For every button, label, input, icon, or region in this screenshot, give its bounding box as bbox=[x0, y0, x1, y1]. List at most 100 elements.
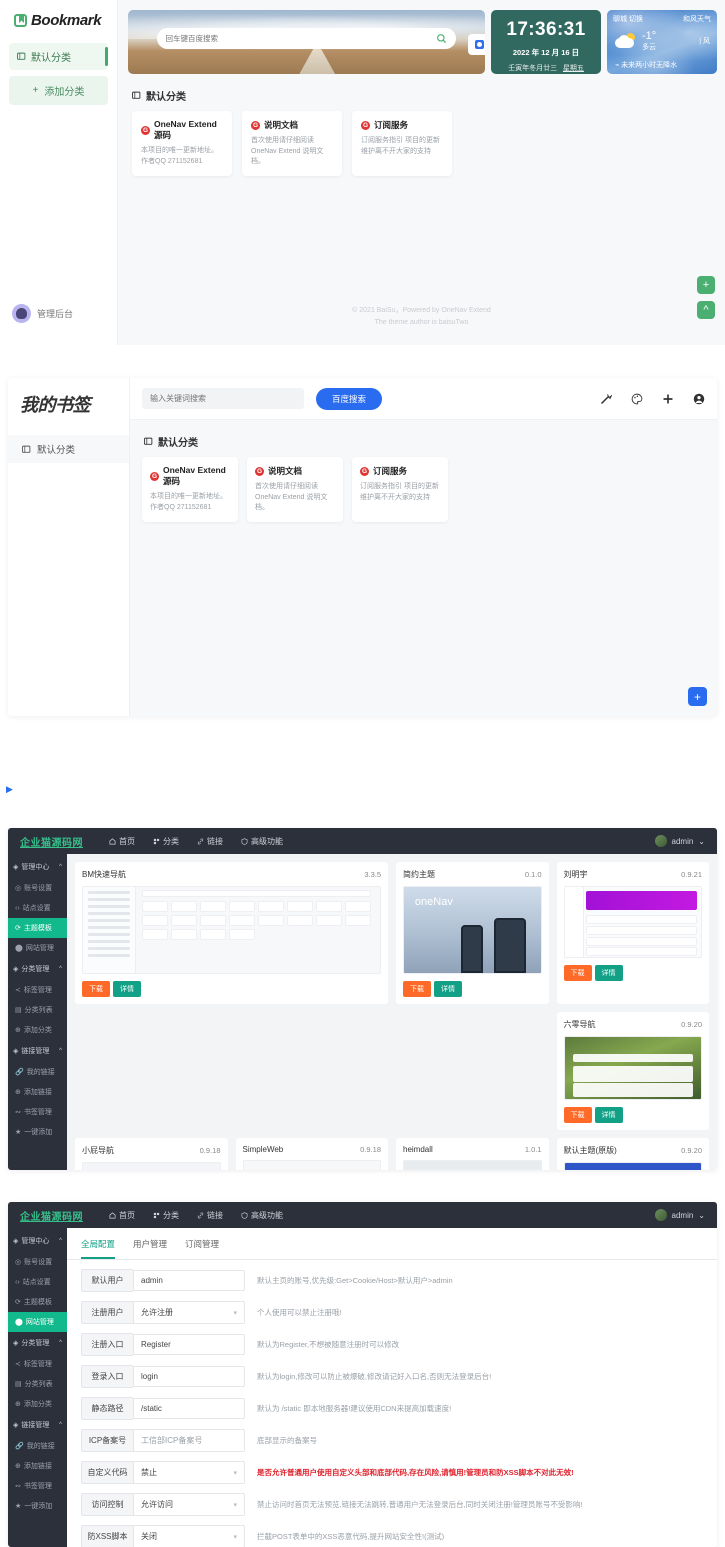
sidebar-item-tag-management[interactable]: ≺ 标签管理 bbox=[8, 980, 67, 1000]
link-card[interactable]: G 订阅服务 订阅服务指引 项目的更新维护离不开大家的支持 bbox=[352, 111, 452, 176]
theme-card[interactable]: 默认主题(原版)0.9.20 下载详情 bbox=[556, 1138, 709, 1170]
link-card[interactable]: G 说明文档 首次使用请仔细阅读 OneNav Extend 说明文档。 bbox=[242, 111, 342, 176]
sidebar-item-account-settings[interactable]: ◎ 账号设置 bbox=[8, 878, 67, 898]
chevron-down-icon: ▾ bbox=[233, 1309, 237, 1317]
link-card[interactable]: G OneNav Extend 源码 本项目的唯一更新地址。作者QQ 271152… bbox=[132, 111, 232, 176]
sidebar-item-add-link[interactable]: ⊕ 添加链接 bbox=[8, 1456, 67, 1476]
nav-item-advanced[interactable]: 高级功能 bbox=[241, 836, 283, 847]
sidebar-item-my-links[interactable]: 🔗 我的链接 bbox=[8, 1062, 67, 1082]
search-engine-button[interactable]: 百度搜索 bbox=[468, 33, 485, 55]
tab-subscription-management[interactable]: 订阅管理 bbox=[185, 1238, 219, 1259]
static-path-input[interactable]: /static bbox=[133, 1398, 245, 1419]
theme-card[interactable]: heimdall1.0.1 下载详情 bbox=[396, 1138, 549, 1170]
download-button[interactable]: 下载 bbox=[403, 981, 431, 997]
front-logo: Bookmark bbox=[0, 0, 117, 41]
search-input[interactable] bbox=[142, 388, 304, 409]
sidebar-item-account-settings[interactable]: ◎ 账号设置 bbox=[8, 1252, 67, 1272]
magic-wand-icon[interactable] bbox=[600, 393, 612, 405]
weather-temp: -1° bbox=[642, 30, 657, 42]
nav-item-link[interactable]: 链接 bbox=[197, 1210, 223, 1221]
chevron-up-icon: ^ bbox=[59, 1048, 62, 1054]
sidebar-item-website-management[interactable]: ⬤ 网站管理 bbox=[8, 1312, 67, 1332]
front-user-entry[interactable]: 管理后台 bbox=[12, 304, 73, 323]
sidebar-group-category-management[interactable]: ◈ 分类管理 ^ bbox=[8, 958, 67, 980]
access-control-select[interactable]: 允许访问 ▾ bbox=[133, 1493, 245, 1516]
add-link-fab[interactable]: + bbox=[688, 687, 707, 706]
login-entry-input[interactable]: login bbox=[133, 1366, 245, 1387]
sidebar-item-category-list[interactable]: ▤ 分类列表 bbox=[8, 1000, 67, 1020]
palette-icon[interactable] bbox=[631, 393, 643, 405]
search-bar[interactable]: 百度搜索 ▾ bbox=[156, 27, 485, 55]
download-button[interactable]: 下载 bbox=[82, 981, 110, 997]
back-to-top-fab[interactable]: ^ bbox=[697, 301, 715, 319]
custom-code-select[interactable]: 禁止 ▾ bbox=[133, 1461, 245, 1484]
sidebar-item-website-management[interactable]: ⬤ 网站管理 bbox=[8, 938, 67, 958]
register-entry-input[interactable]: Register bbox=[133, 1334, 245, 1355]
nav-item-home[interactable]: 首页 bbox=[109, 836, 135, 847]
sidebar-item-add-category[interactable]: ⊕ 添加分类 bbox=[8, 1020, 67, 1040]
sidebar-item-category-list[interactable]: ▤ 分类列表 bbox=[8, 1374, 67, 1394]
search-icon[interactable] bbox=[436, 33, 447, 44]
sidebar-item-my-links[interactable]: 🔗 我的链接 bbox=[8, 1436, 67, 1456]
sidebar-group-management-center[interactable]: ◈ 管理中心 ^ bbox=[8, 1230, 67, 1252]
plus-icon[interactable] bbox=[662, 393, 674, 405]
theme-card[interactable]: 简约主题 0.1.0 oneNav 下载 详情 bbox=[396, 862, 549, 1004]
theme-card[interactable]: SimpleWeb0.9.18 下载详情 bbox=[235, 1138, 388, 1170]
sidebar-group-category-management[interactable]: ◈ 分类管理 ^ bbox=[8, 1332, 67, 1354]
nav-item-advanced[interactable]: 高级功能 bbox=[241, 1210, 283, 1221]
sidebar-item-theme-template[interactable]: ⟳ 主题模板 bbox=[8, 918, 67, 938]
theme-card[interactable]: 六零导航 0.9.20 下载 详情 bbox=[556, 1012, 709, 1130]
sidebar-item-theme-template[interactable]: ⟳ 主题模板 bbox=[8, 1292, 67, 1312]
link-card[interactable]: G OneNav Extend 源码 本项目的唯一更新地址。作者QQ 271152… bbox=[142, 457, 238, 522]
tab-user-management[interactable]: 用户管理 bbox=[133, 1238, 167, 1259]
download-button[interactable]: 下载 bbox=[563, 1107, 592, 1123]
sidebar-item-one-click-add[interactable]: ★ 一键添加 bbox=[8, 1122, 67, 1142]
theme-version: 0.9.18 bbox=[199, 1146, 221, 1155]
register-user-select[interactable]: 允许注册 ▾ bbox=[133, 1301, 245, 1324]
sidebar-item-site-settings[interactable]: ‹› 站点设置 bbox=[8, 898, 67, 918]
detail-button[interactable]: 详情 bbox=[594, 965, 623, 981]
bookmarks-toolbar: 百度搜索 bbox=[130, 378, 717, 420]
sidebar-item-bookmark-management[interactable]: ∾ 书签管理 bbox=[8, 1476, 67, 1496]
sidebar-item-default-category[interactable]: 默认分类 bbox=[8, 435, 129, 463]
link-card[interactable]: G 说明文档 首次使用请仔细阅读 OneNav Extend 说明文档。 bbox=[247, 457, 343, 522]
sidebar-item-tag-management[interactable]: ≺ 标签管理 bbox=[8, 1354, 67, 1374]
nav-item-category[interactable]: 分类 bbox=[153, 1210, 179, 1221]
sidebar-group-management-center[interactable]: ◈ 管理中心 ^ bbox=[8, 856, 67, 878]
sidebar-item-one-click-add[interactable]: ★ 一键添加 bbox=[8, 1496, 67, 1516]
nav-item-category[interactable]: 分类 bbox=[153, 836, 179, 847]
search-engine-selector[interactable]: 百度搜索 ▾ bbox=[468, 33, 485, 55]
link-card[interactable]: G 订阅服务 订阅服务指引 项目的更新维护离不开大家的支持 bbox=[352, 457, 448, 522]
search-input[interactable] bbox=[165, 33, 437, 43]
sidebar-item-bookmark-management[interactable]: ∾ 书签管理 bbox=[8, 1102, 67, 1122]
tab-global-config[interactable]: 全局配置 bbox=[81, 1238, 116, 1259]
search-button[interactable]: 百度搜索 bbox=[316, 387, 383, 410]
detail-button[interactable]: 详情 bbox=[113, 981, 141, 997]
admin-user-menu[interactable]: admin ⌄ bbox=[654, 835, 705, 847]
theme-card[interactable]: BM快速导航 3.3.5 下载 详情 bbox=[75, 862, 388, 1004]
anti-xss-select[interactable]: 关闭 ▾ bbox=[133, 1525, 245, 1547]
admin-user-menu[interactable]: admin ⌄ bbox=[654, 1209, 705, 1221]
detail-button[interactable]: 详情 bbox=[434, 981, 462, 997]
add-link-fab[interactable]: + bbox=[697, 276, 715, 294]
theme-card[interactable]: 刘明宇 0.9.21 下载 详情 bbox=[556, 862, 709, 1004]
avatar bbox=[654, 835, 667, 847]
nav-item-home[interactable]: 首页 bbox=[109, 1210, 135, 1221]
icp-input[interactable]: 工信部ICP备案号 bbox=[133, 1429, 245, 1452]
sidebar-item-default-category[interactable]: 默认分类 bbox=[9, 43, 108, 70]
weather-city[interactable]: 聊城 切换 bbox=[613, 14, 643, 24]
nav-item-link[interactable]: 链接 bbox=[197, 836, 223, 847]
sidebar-item-site-settings[interactable]: ‹› 站点设置 bbox=[8, 1272, 67, 1292]
add-category-button[interactable]: + 添加分类 bbox=[9, 76, 108, 105]
admin-logo[interactable]: 企业猫源码网 bbox=[20, 834, 83, 849]
download-button[interactable]: 下载 bbox=[563, 965, 592, 981]
admin-logo[interactable]: 企业猫源码网 bbox=[20, 1208, 83, 1223]
sidebar-group-link-management[interactable]: ◈ 链接管理 ^ bbox=[8, 1040, 67, 1062]
theme-card[interactable]: 小屁导航0.9.18 下载详情 bbox=[75, 1138, 228, 1170]
sidebar-group-link-management[interactable]: ◈ 链接管理 ^ bbox=[8, 1414, 67, 1436]
default-user-input[interactable]: admin bbox=[133, 1270, 245, 1291]
sidebar-item-add-category[interactable]: ⊕ 添加分类 bbox=[8, 1394, 67, 1414]
user-icon[interactable] bbox=[693, 393, 705, 405]
detail-button[interactable]: 详情 bbox=[594, 1107, 623, 1123]
sidebar-item-add-link[interactable]: ⊕ 添加链接 bbox=[8, 1082, 67, 1102]
